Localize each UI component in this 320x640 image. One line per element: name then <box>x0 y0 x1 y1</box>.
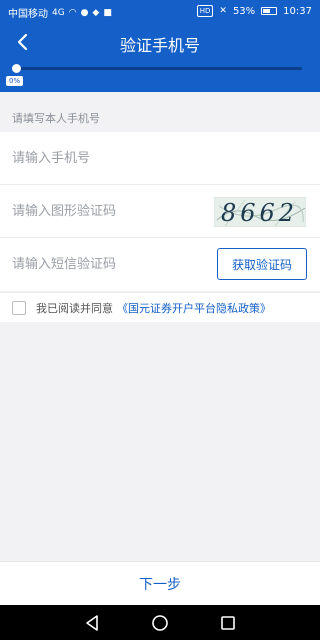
verification-form: 8662 获取验证码 <box>0 132 320 291</box>
header: 中国移动 4G ◠ ● ◆ ■ HD ✕ 53% 10:37 验证手机号 0% <box>0 0 320 92</box>
square-recents-icon <box>221 616 235 630</box>
progress-handle <box>12 64 21 73</box>
system-back-button[interactable] <box>82 613 102 633</box>
agreement-text: 我已阅读并同意 <box>36 301 113 315</box>
system-recents-button[interactable] <box>218 613 238 633</box>
wifi-icon: ◠ <box>68 7 77 18</box>
system-home-button[interactable] <box>150 613 170 633</box>
triangle-back-icon <box>86 615 98 631</box>
battery-percent: 53% <box>232 5 256 17</box>
progress-bar: 0% <box>0 60 320 92</box>
sms-row: 获取验证码 <box>0 238 320 291</box>
network-type: 4G <box>52 7 65 18</box>
circle-home-icon <box>152 615 168 631</box>
hd-icon: HD <box>196 5 214 17</box>
system-nav-bar <box>0 605 320 640</box>
clock: 10:37 <box>283 5 312 17</box>
page-title: 验证手机号 <box>119 36 200 55</box>
captcha-code: 8662 <box>221 199 299 227</box>
privacy-policy-link[interactable]: 《国元证券开户平台隐私政策》 <box>117 300 271 316</box>
section-label: 请填写本人手机号 <box>12 112 100 125</box>
captcha-image[interactable]: 8662 <box>214 197 306 227</box>
app-notification-icon: ◆ <box>92 7 100 18</box>
mute-icon: ✕ <box>219 6 227 16</box>
footer: 下一步 <box>0 561 320 605</box>
status-bar: 中国移动 4G ◠ ● ◆ ■ HD ✕ 53% 10:37 <box>0 0 320 24</box>
captcha-row: 8662 <box>0 185 320 238</box>
agreement-row: 我已阅读并同意 《国元证券开户平台隐私政策》 <box>0 292 320 322</box>
nav-bar: 验证手机号 <box>0 24 320 60</box>
get-sms-code-button[interactable]: 获取验证码 <box>217 248 307 280</box>
carrier-name: 中国移动 <box>8 9 48 20</box>
sms-code-input[interactable] <box>12 238 202 290</box>
captcha-input[interactable] <box>12 185 202 237</box>
phone-input[interactable] <box>12 132 202 184</box>
next-step-button[interactable]: 下一步 <box>139 574 181 594</box>
phone-row <box>0 132 320 185</box>
progress-label: 0% <box>6 76 24 86</box>
agree-checkbox[interactable] <box>12 300 26 315</box>
progress-track <box>16 67 302 70</box>
battery-icon <box>261 7 278 15</box>
wechat-icon: ● <box>80 7 89 18</box>
qq-icon: ■ <box>103 7 112 18</box>
